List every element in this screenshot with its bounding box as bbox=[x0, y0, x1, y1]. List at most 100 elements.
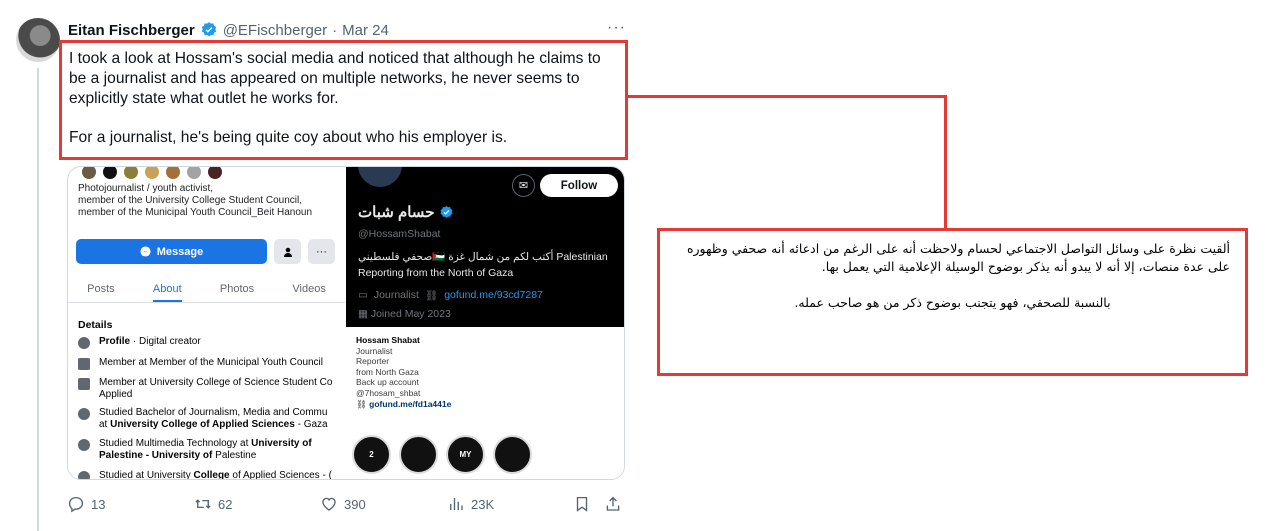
fb-detail-row: Applied bbox=[78, 389, 342, 401]
fb-message-button: Message bbox=[76, 239, 267, 264]
views-count: 23K bbox=[471, 496, 495, 512]
verified-badge-icon bbox=[201, 22, 216, 37]
fb-details-title: Details bbox=[78, 319, 113, 331]
x-profile-screenshot: ✉ Follow حسام شبات @HossamShabat صحفي فل… bbox=[346, 167, 624, 479]
instagram-bio: Hossam Shabat Journalist Reporter from N… bbox=[356, 335, 451, 409]
x-profile-bio: صحفي فلسطيني🇵🇸 أكتب لكم من شمال غزة Pale… bbox=[358, 249, 620, 281]
info-icon bbox=[78, 337, 90, 349]
ig-bio-line: Journalist bbox=[356, 345, 393, 356]
ig-highlight: MY bbox=[446, 435, 485, 474]
x-joined-text: Joined May 2023 bbox=[370, 308, 451, 320]
fb-detail-row: Palestine - University of Palestine bbox=[78, 450, 342, 462]
fb-bio-line: member of the Municipal Youth Council_Be… bbox=[78, 207, 313, 218]
like-button[interactable]: 390 bbox=[320, 494, 366, 514]
tweet-paragraph-2: For a journalist, he's being quite coy a… bbox=[69, 129, 508, 146]
repost-icon bbox=[195, 499, 211, 509]
ig-bio-line: @7hosam_shbat bbox=[356, 387, 421, 398]
fb-follow-button bbox=[274, 239, 301, 264]
facebook-button-row: Message ··· bbox=[76, 239, 335, 264]
reply-count: 13 bbox=[91, 496, 106, 512]
fb-detail-text: of Applied Sciences - ( bbox=[229, 470, 332, 480]
tweet-paragraph-1: I took a look at Hossam's social media a… bbox=[69, 50, 601, 107]
link-icon: ⛓ bbox=[356, 398, 370, 409]
fb-detail-prefix: Studied Multimedia Technology at bbox=[99, 438, 252, 449]
facebook-tabs: Posts About Photos Videos bbox=[68, 279, 345, 303]
tweet-header: Eitan Fischberger @EFischberger · Mar 24 bbox=[68, 19, 389, 41]
analytics-icon bbox=[450, 498, 463, 510]
mail-icon: ✉ bbox=[512, 174, 535, 197]
author-name[interactable]: Eitan Fischberger bbox=[68, 22, 195, 39]
x-profile-joined: ▦ Joined May 2023 bbox=[358, 308, 451, 320]
tweet-text-highlight: I took a look at Hossam's social media a… bbox=[59, 40, 628, 160]
facebook-bio: Photojournalist / youth activist, member… bbox=[78, 183, 340, 219]
fb-detail-bold: University of bbox=[251, 438, 312, 449]
fb-more-button: ··· bbox=[308, 239, 335, 264]
x-profile-handle: @HossamShabat bbox=[358, 228, 441, 240]
x-bio-line: صحفي فلسطيني🇵🇸 أكتب لكم من شمال غزة Pale… bbox=[358, 251, 608, 263]
fb-detail-row: Member at Member of the Municipal Youth … bbox=[78, 357, 342, 370]
tweet-text: I took a look at Hossam's social media a… bbox=[69, 49, 618, 148]
fb-detail-text: Applied bbox=[99, 389, 133, 400]
repost-button[interactable]: 62 bbox=[194, 494, 232, 514]
tweet-date[interactable]: Mar 24 bbox=[342, 22, 389, 39]
fb-detail-bold: Profile bbox=[99, 336, 131, 347]
x-profile-category: Journalist bbox=[373, 289, 419, 301]
link-icon: ⛓ bbox=[424, 290, 439, 302]
fb-tab-photos: Photos bbox=[219, 283, 255, 295]
repost-count: 62 bbox=[218, 496, 233, 512]
ig-link: gofund.me/fd1a441e bbox=[369, 398, 452, 409]
fb-detail-bold: College bbox=[193, 470, 230, 480]
fb-detail-bold: Palestine - University of bbox=[99, 450, 213, 461]
like-count: 390 bbox=[344, 496, 366, 512]
bookmark-button[interactable] bbox=[573, 494, 591, 514]
fb-message-label: Message bbox=[156, 245, 204, 258]
callout-connector-vertical bbox=[944, 95, 947, 229]
x-profile-header: ✉ Follow حسام شبات @HossamShabat صحفي فل… bbox=[346, 167, 624, 327]
graduation-cap-icon bbox=[78, 471, 90, 479]
fb-detail-text: Member at Member of the Municipal Youth … bbox=[99, 357, 324, 368]
tweet-media-image[interactable]: Photojournalist / youth activist, member… bbox=[67, 166, 625, 480]
fb-detail-text: · Digital creator bbox=[130, 336, 201, 347]
fb-detail-row: at University College of Applied Science… bbox=[78, 419, 342, 431]
callout-connector-horizontal bbox=[628, 95, 947, 98]
x-profile-link: gofund.me/93cd7287 bbox=[444, 289, 543, 301]
share-button[interactable] bbox=[604, 494, 622, 514]
arabic-translation-box: ألقيت نظرة على وسائل التواصل الاجتماعي ل… bbox=[657, 228, 1248, 376]
reply-button[interactable]: 13 bbox=[67, 494, 105, 514]
ig-name: Hossam Shabat bbox=[356, 335, 420, 345]
author-handle[interactable]: @EFischberger bbox=[223, 22, 327, 39]
heart-icon bbox=[322, 497, 336, 511]
reply-icon bbox=[68, 496, 84, 513]
fb-detail-text: Palestine bbox=[212, 450, 257, 461]
fb-detail-bold: University College of Applied Sciences bbox=[110, 419, 295, 430]
fb-detail-prefix: Studied at University bbox=[99, 470, 194, 480]
user-icon bbox=[283, 247, 292, 257]
fb-detail-row: Profile · Digital creator bbox=[78, 336, 342, 349]
x-profile-name: حسام شبات bbox=[358, 204, 435, 221]
fb-detail-row: Studied at University College of Applied… bbox=[78, 470, 342, 480]
friend-avatars-row bbox=[80, 167, 224, 181]
messenger-icon bbox=[140, 246, 151, 257]
ig-bio-line: Reporter bbox=[356, 356, 390, 367]
author-avatar[interactable] bbox=[16, 18, 60, 62]
ig-bio-line: from North Gaza bbox=[356, 366, 419, 377]
arabic-paragraph-1: ألقيت نظرة على وسائل التواصل الاجتماعي ل… bbox=[686, 241, 1230, 274]
more-options-icon[interactable]: ··· bbox=[607, 19, 626, 37]
ig-bio-line: Back up account bbox=[356, 377, 419, 388]
fb-tab-posts: Posts bbox=[87, 283, 115, 295]
calendar-icon: ▦ bbox=[358, 308, 371, 320]
arabic-paragraph-2: بالنسبة للصحفي، فهو يتجنب بوضوح ذكر من ه… bbox=[794, 295, 1111, 310]
verified-badge-icon bbox=[441, 205, 453, 218]
x-profile-avatar bbox=[358, 167, 402, 187]
x-profile-name-row: حسام شبات bbox=[358, 203, 454, 221]
fb-bio-line: Photojournalist / youth activist, bbox=[78, 183, 214, 194]
x-profile-meta: ▭ Journalist ⛓ gofund.me/93cd7287 bbox=[358, 289, 543, 302]
ig-highlight: 2 bbox=[352, 435, 391, 474]
views-button[interactable]: 23K bbox=[447, 494, 494, 514]
ig-highlight bbox=[493, 435, 532, 474]
fb-tab-about: About bbox=[152, 279, 182, 302]
share-icon bbox=[606, 496, 620, 511]
fb-tab-videos: Videos bbox=[292, 283, 326, 295]
fb-bio-line: member of the University College Student… bbox=[78, 195, 302, 206]
tweet-action-bar: 13 62 390 23K bbox=[67, 494, 627, 514]
